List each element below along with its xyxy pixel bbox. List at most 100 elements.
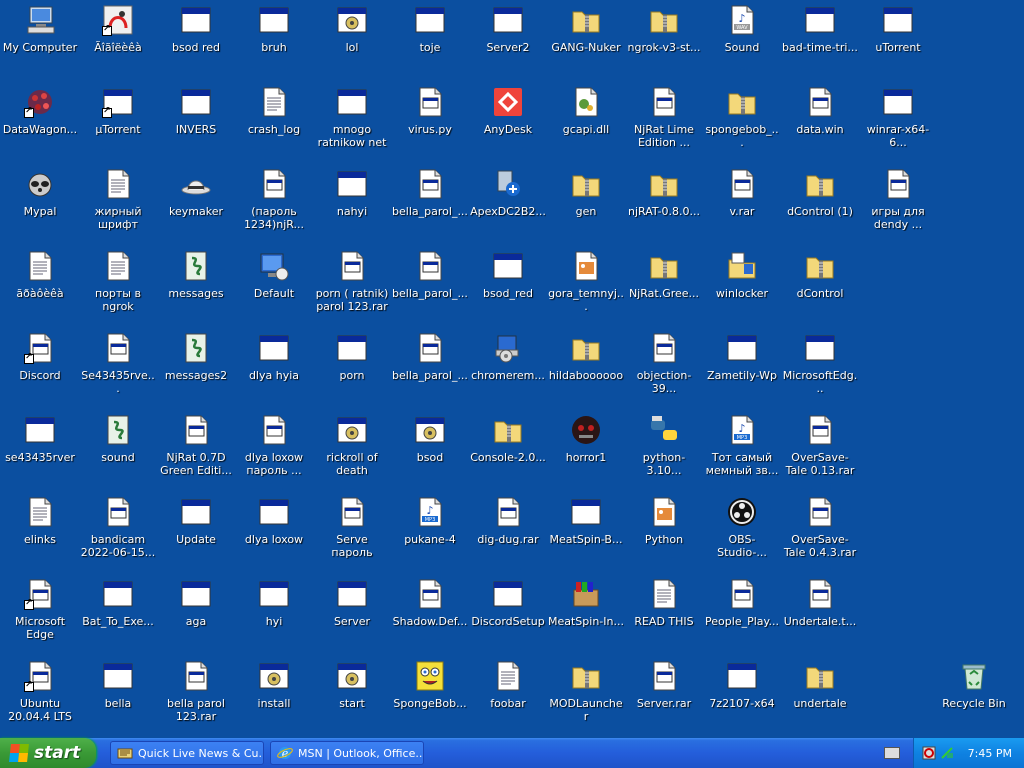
desktop-icon[interactable]: bandicam 2022-06-15... [79, 494, 157, 574]
desktop-icon[interactable]: nahyi [313, 166, 391, 246]
desktop-icon[interactable]: ♪ WAV Sound [703, 2, 781, 82]
desktop-icon[interactable]: aga [157, 576, 235, 656]
desktop-icon[interactable]: start [313, 658, 391, 738]
desktop-icon[interactable]: bella_parol_... [391, 248, 469, 328]
desktop-icon[interactable]: DiscordSetup [469, 576, 547, 656]
desktop-icon[interactable]: Python [625, 494, 703, 574]
taskbar-item-msn[interactable]: e MSN | Outlook, Office... [270, 741, 424, 765]
desktop-icon[interactable]: (пароль 1234)njR... [235, 166, 313, 246]
desktop-icon[interactable]: GANG-Nuker [547, 2, 625, 82]
desktop-icon[interactable]: bruh [235, 2, 313, 82]
desktop-icon[interactable]: winrar-x64-6... [859, 84, 937, 164]
desktop-icon[interactable]: NjRat Lime Edition ... [625, 84, 703, 164]
desktop-icon[interactable]: My Computer [1, 2, 79, 82]
desktop-icon[interactable]: Server.rar [625, 658, 703, 738]
desktop-icon[interactable]: Server [313, 576, 391, 656]
desktop-icon[interactable]: Zametily-Wp [703, 330, 781, 410]
desktop-icon[interactable]: install [235, 658, 313, 738]
tray-app-icon[interactable] [922, 746, 936, 760]
desktop-icon[interactable]: bella [79, 658, 157, 738]
desktop-icon[interactable]: njRAT-0.8.0... [625, 166, 703, 246]
desktop-icon[interactable]: dlya loxow пароль ... [235, 412, 313, 492]
desktop-icon[interactable]: ♪ MP3 pukane-4 [391, 494, 469, 574]
desktop-icon[interactable]: se43435rver [1, 412, 79, 492]
desktop-icon[interactable]: gora_temnyj... [547, 248, 625, 328]
desktop-icon[interactable]: winlocker [703, 248, 781, 328]
desktop-icon[interactable]: READ THIS [625, 576, 703, 656]
desktop-icon[interactable]: ApexDC2B2... [469, 166, 547, 246]
desktop-icon[interactable]: Server2 [469, 2, 547, 82]
desktop-icon[interactable]: Update [157, 494, 235, 574]
desktop-icon[interactable]: crash_log [235, 84, 313, 164]
desktop-icon[interactable]: dControl [781, 248, 859, 328]
desktop-icon[interactable]: uTorrent [859, 2, 937, 82]
desktop-icon[interactable]: OverSave-Tale 0.4.3.rar [781, 494, 859, 574]
desktop-icon[interactable]: hyi [235, 576, 313, 656]
desktop-icon[interactable]: virus.py [391, 84, 469, 164]
desktop-icon[interactable]: DataWagon... [1, 84, 79, 164]
desktop-icon[interactable]: keymaker [157, 166, 235, 246]
desktop-icon[interactable]: gen [547, 166, 625, 246]
desktop-icon[interactable]: Ãîãîëèêà [79, 2, 157, 82]
desktop-icon[interactable]: Ubuntu 20.04.4 LTS [1, 658, 79, 738]
desktop-icon[interactable]: NjRat.Gree... [625, 248, 703, 328]
desktop-icon[interactable]: Shadow.Def... [391, 576, 469, 656]
desktop-icon[interactable]: porn ( ratnik) parol 123.rar [313, 248, 391, 328]
desktop-icon[interactable]: порты в ngrok [79, 248, 157, 328]
desktop-icon[interactable]: foobar [469, 658, 547, 738]
desktop-icon[interactable]: Console-2.0... [469, 412, 547, 492]
desktop-icon[interactable]: NjRat 0.7D Green Editi... [157, 412, 235, 492]
desktop-icon[interactable]: undertale [781, 658, 859, 738]
desktop-icon[interactable]: ♪ MP3 Тот самый мемный зв... [703, 412, 781, 492]
desktop-icon[interactable]: SpongeBob... [391, 658, 469, 738]
desktop-icon[interactable]: data.win [781, 84, 859, 164]
desktop-icon[interactable]: AnyDesk [469, 84, 547, 164]
desktop-icon[interactable]: bella_parol_... [391, 166, 469, 246]
desktop-icon[interactable]: Default [235, 248, 313, 328]
desktop-icon[interactable]: hildaboooooo [547, 330, 625, 410]
desktop-icon[interactable]: bad-time-tri... [781, 2, 859, 82]
desktop-icon[interactable]: spongebob_... [703, 84, 781, 164]
desktop-icon[interactable]: µTorrent [79, 84, 157, 164]
desktop-icon[interactable]: mnogo ratnikow net [313, 84, 391, 164]
desktop-icon[interactable]: chromerem... [469, 330, 547, 410]
clock[interactable]: 7:45 PM [968, 747, 1012, 760]
desktop-icon[interactable]: bsod_red [469, 248, 547, 328]
desktop-icon[interactable]: porn [313, 330, 391, 410]
desktop-icon[interactable]: Bat_To_Exe... [79, 576, 157, 656]
desktop-icon[interactable]: MeatSpin-In... [547, 576, 625, 656]
desktop-icon[interactable]: OverSave-Tale 0.13.rar [781, 412, 859, 492]
desktop-icon[interactable]: Mypal [1, 166, 79, 246]
desktop-icon[interactable]: dControl (1) [781, 166, 859, 246]
start-button[interactable]: start [0, 738, 96, 768]
desktop-icon[interactable]: bsod [391, 412, 469, 492]
desktop-icon[interactable]: v.rar [703, 166, 781, 246]
desktop-icon[interactable]: sound [79, 412, 157, 492]
desktop-icon[interactable]: Discord [1, 330, 79, 410]
desktop-icon[interactable]: gcapi.dll [547, 84, 625, 164]
desktop-icon[interactable]: Recycle Bin [935, 658, 1013, 738]
desktop-icon[interactable]: MeatSpin-B... [547, 494, 625, 574]
desktop-icon[interactable]: bsod red [157, 2, 235, 82]
desktop-icon[interactable]: Serve пароль 123r.rar [313, 494, 391, 574]
network-icon[interactable] [940, 746, 954, 760]
desktop-icon[interactable]: dig-dug.rar [469, 494, 547, 574]
desktop-icon[interactable]: жирный шрифт [79, 166, 157, 246]
desktop-icon[interactable]: ngrok-v3-st... [625, 2, 703, 82]
keyboard-icon[interactable] [884, 747, 900, 759]
desktop-icon[interactable]: dlya hyia [235, 330, 313, 410]
taskbar-item-news[interactable]: Quick Live News & Cu... [110, 741, 264, 765]
desktop-icon[interactable]: bella_parol_... [391, 330, 469, 410]
desktop-icon[interactable]: elinks [1, 494, 79, 574]
desktop-icon[interactable]: lol [313, 2, 391, 82]
desktop-icon[interactable]: Undertale.t... [781, 576, 859, 656]
desktop-icon[interactable]: toje [391, 2, 469, 82]
desktop-icon[interactable]: MODLauncher [547, 658, 625, 738]
desktop-icon[interactable]: python-3.10... [625, 412, 703, 492]
desktop-icon[interactable]: bella parol 123.rar [157, 658, 235, 738]
desktop-icon[interactable]: rickroll of death [313, 412, 391, 492]
desktop-icon[interactable]: dlya loxow [235, 494, 313, 574]
desktop-icon[interactable]: OBS-Studio-... [703, 494, 781, 574]
desktop-icon[interactable]: игры для dendy ... [859, 166, 937, 246]
desktop-icon[interactable]: messages2 [157, 330, 235, 410]
